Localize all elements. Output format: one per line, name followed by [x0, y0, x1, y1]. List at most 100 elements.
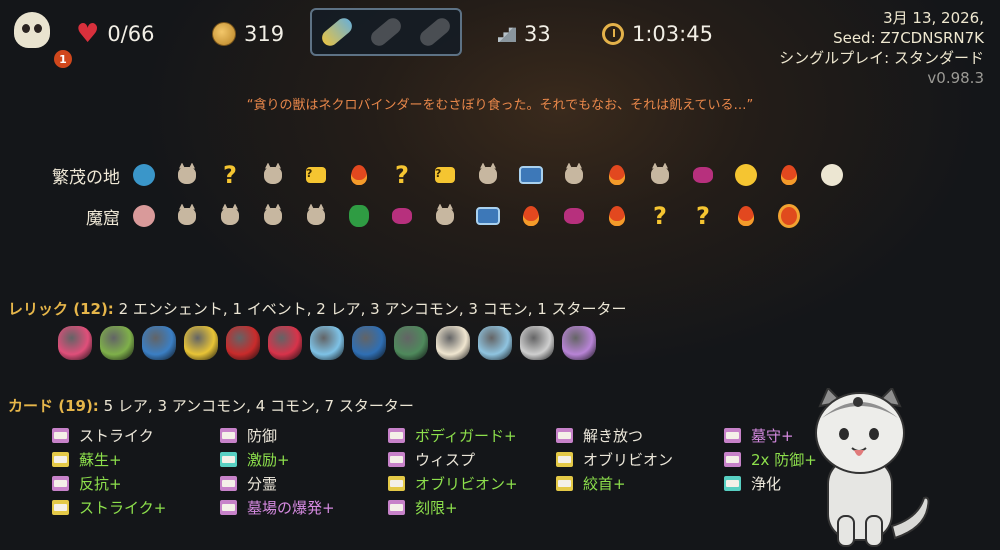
card-type-icon	[52, 451, 69, 467]
floor-value: 33	[524, 22, 551, 46]
run-mode: シングルプレイ: スタンダード	[779, 49, 984, 67]
monster-icon[interactable]	[560, 161, 588, 189]
relics-summary: 2 エンシェント, 1 イベント, 2 レア, 3 アンコモン, 3 コモン, …	[118, 300, 627, 318]
relic-icon[interactable]	[562, 326, 596, 360]
shop-icon[interactable]	[517, 161, 545, 189]
card-label: ストライク	[79, 426, 154, 445]
time-display: 1:03:45	[602, 18, 713, 50]
monster-icon[interactable]	[646, 161, 674, 189]
card-type-icon	[388, 499, 405, 515]
monster-icon[interactable]	[474, 161, 502, 189]
card-entry[interactable]: 刻限+	[388, 496, 458, 518]
boss-icon[interactable]	[775, 202, 803, 230]
monster-icon[interactable]	[173, 161, 201, 189]
potion-slot-filled-icon[interactable]	[318, 14, 355, 50]
rest-icon[interactable]	[603, 202, 631, 230]
card-entry[interactable]: 激励+	[220, 448, 290, 470]
card-entry[interactable]: ストライク	[52, 424, 154, 446]
card-label: オブリビオン	[583, 450, 674, 469]
card-entry[interactable]: オブリビオン	[556, 448, 673, 470]
unknown-icon[interactable]: ?	[646, 202, 674, 230]
relic-icon[interactable]	[100, 326, 134, 360]
ancient-icon[interactable]	[130, 202, 158, 230]
potion-slot-empty-icon[interactable]	[417, 14, 454, 50]
relic-icon[interactable]	[520, 326, 554, 360]
card-entry[interactable]: ウィスプ	[388, 448, 475, 470]
card-type-icon	[220, 475, 237, 491]
monster-icon[interactable]	[259, 161, 287, 189]
rest-icon[interactable]	[732, 202, 760, 230]
relic-icon[interactable]	[226, 326, 260, 360]
unknown-icon[interactable]: ?	[689, 202, 717, 230]
death-quote: “貪りの獣はネクロバインダーをむさぼり食った。それでもなお、それは飢えている…”	[246, 98, 754, 113]
heart-icon: ♥	[76, 19, 100, 49]
ancient-icon[interactable]	[130, 161, 158, 189]
card-label: 刻限+	[415, 498, 458, 517]
card-type-icon	[724, 451, 741, 467]
gold-coin-icon	[212, 22, 236, 46]
card-type-icon	[388, 475, 405, 491]
card-label: ボディガード+	[415, 426, 517, 445]
card-type-icon	[220, 499, 237, 515]
card-type-icon	[556, 475, 573, 491]
treasure-icon[interactable]: ?	[302, 161, 330, 189]
gold-value: 319	[244, 22, 285, 46]
unknown-icon[interactable]: ?	[388, 161, 416, 189]
card-label: ウィスプ	[415, 450, 476, 469]
relic-icon[interactable]	[436, 326, 470, 360]
gold-display: 319	[212, 18, 284, 50]
treasure-icon[interactable]: ?	[431, 161, 459, 189]
relic-icon[interactable]	[268, 326, 302, 360]
act-name: 魔窟	[86, 208, 120, 229]
card-entry[interactable]: 蘇生+	[52, 448, 122, 470]
elite-icon[interactable]	[560, 202, 588, 230]
rest-icon[interactable]	[345, 161, 373, 189]
boss-icon[interactable]	[818, 161, 846, 189]
card-entry[interactable]: ボディガード+	[388, 424, 517, 446]
elite-icon[interactable]	[388, 202, 416, 230]
card-type-icon	[220, 451, 237, 467]
elite-icon[interactable]	[689, 161, 717, 189]
relic-icon[interactable]	[184, 326, 218, 360]
card-entry[interactable]: 防御	[220, 424, 277, 446]
card-entry[interactable]: 分霊	[220, 472, 277, 494]
card-entry[interactable]: 反抗+	[52, 472, 122, 494]
relics-header: レリック (12): 2 エンシェント, 1 イベント, 2 レア, 3 アンコ…	[8, 298, 627, 319]
shop-icon[interactable]	[474, 202, 502, 230]
relic-icon[interactable]	[352, 326, 386, 360]
card-entry[interactable]: 浄化	[724, 472, 781, 494]
unknown-icon[interactable]: ?	[216, 161, 244, 189]
card-label: 防御	[247, 426, 278, 445]
card-label: 絞首+	[583, 474, 626, 493]
card-label: 激励+	[247, 450, 290, 469]
monster-icon[interactable]	[431, 202, 459, 230]
game-version: v0.98.3	[927, 69, 984, 87]
card-entry[interactable]: 墓場の爆発+	[220, 496, 335, 518]
card-entry[interactable]: オブリビオン+	[388, 472, 518, 494]
card-label: 解き放つ	[583, 426, 644, 445]
monster-icon[interactable]	[216, 202, 244, 230]
monster-icon[interactable]	[302, 202, 330, 230]
potion-slot-empty-icon[interactable]	[367, 14, 405, 50]
card-entry[interactable]: 絞首+	[556, 472, 626, 494]
relic-icon[interactable]	[142, 326, 176, 360]
monster-icon[interactable]	[259, 202, 287, 230]
card-label: オブリビオン+	[415, 474, 518, 493]
hp-value: 0/66	[107, 22, 155, 46]
card-type-icon	[388, 427, 405, 443]
monster-icon[interactable]	[173, 202, 201, 230]
cat-mascot-icon	[815, 388, 930, 547]
card-entry[interactable]: ストライク+	[52, 496, 166, 518]
unknown-elite-icon[interactable]	[732, 161, 760, 189]
relic-icon[interactable]	[478, 326, 512, 360]
card-entry[interactable]: 解き放つ	[556, 424, 643, 446]
relic-icon[interactable]	[394, 326, 428, 360]
rest-icon[interactable]	[603, 161, 631, 189]
gold-bag-icon[interactable]	[345, 202, 373, 230]
card-label: 墓場の爆発+	[247, 498, 335, 517]
rest-icon[interactable]	[517, 202, 545, 230]
relic-icon[interactable]	[58, 326, 92, 360]
relic-icon[interactable]	[310, 326, 344, 360]
rest-icon[interactable]	[775, 161, 803, 189]
card-entry[interactable]: 墓守+	[724, 424, 794, 446]
